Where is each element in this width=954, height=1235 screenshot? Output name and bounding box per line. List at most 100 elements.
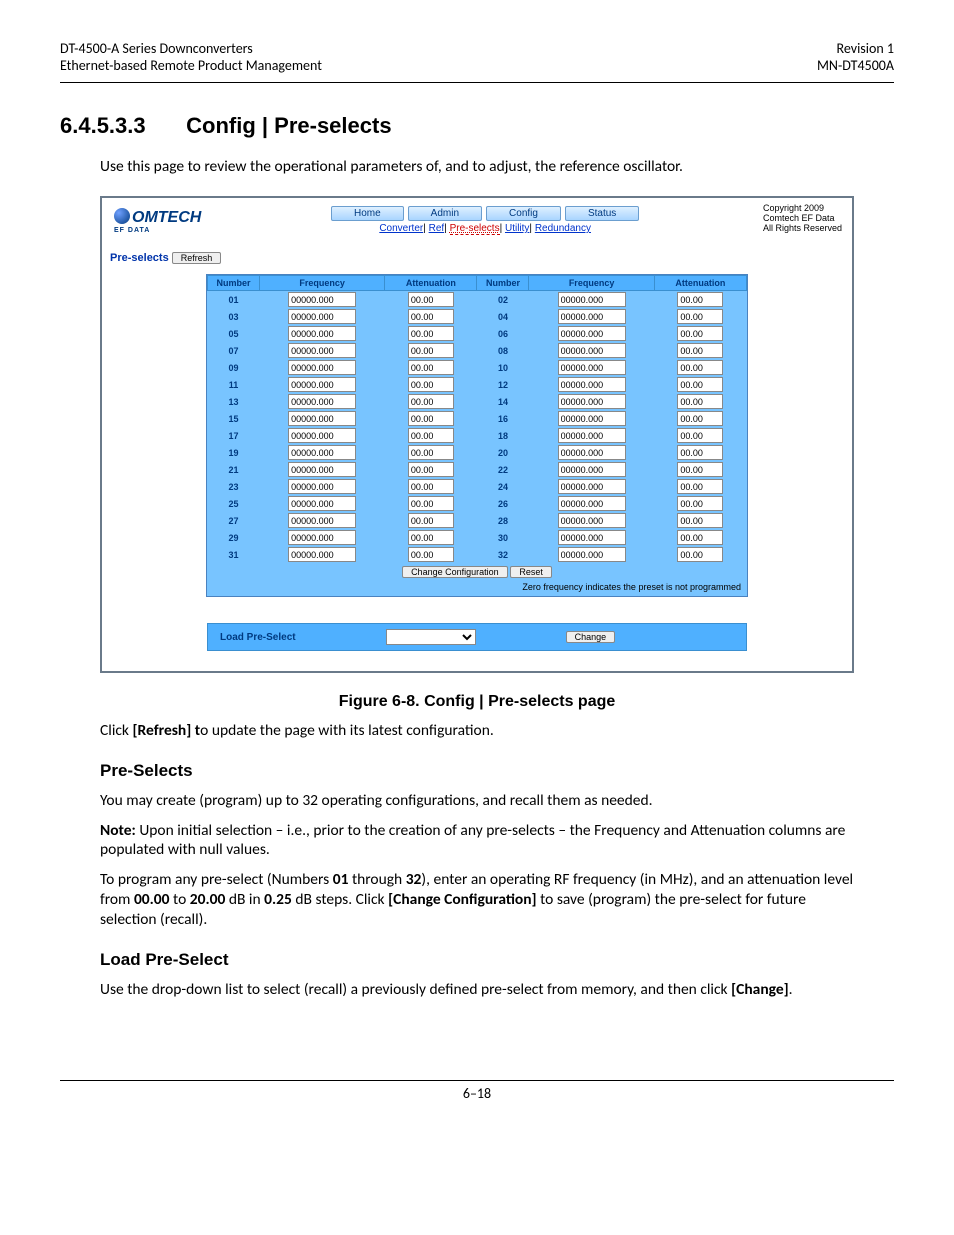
frequency-input[interactable] <box>288 513 356 528</box>
attenuation-input[interactable] <box>677 513 723 528</box>
frequency-input[interactable] <box>288 326 356 341</box>
attenuation-input[interactable] <box>677 445 723 460</box>
frequency-input[interactable] <box>558 547 626 562</box>
frequency-input[interactable] <box>558 309 626 324</box>
attenuation-input[interactable] <box>677 428 723 443</box>
preselect-number: 12 <box>477 376 529 393</box>
table-row: 1314 <box>208 393 747 410</box>
frequency-input[interactable] <box>558 360 626 375</box>
frequency-input[interactable] <box>288 377 356 392</box>
attenuation-input[interactable] <box>408 360 454 375</box>
attenuation-input[interactable] <box>677 530 723 545</box>
logo: OMTECH EF DATA <box>108 204 207 234</box>
frequency-input[interactable] <box>558 377 626 392</box>
attenuation-input[interactable] <box>677 292 723 307</box>
tab-config[interactable]: Config <box>486 206 561 221</box>
copyright-block: Copyright 2009 Comtech EF Data All Right… <box>763 204 846 234</box>
tab-admin[interactable]: Admin <box>408 206 482 221</box>
preselect-number: 06 <box>477 325 529 342</box>
attenuation-input[interactable] <box>677 496 723 511</box>
subtab-utility[interactable]: Utility <box>505 223 529 234</box>
attenuation-input[interactable] <box>408 547 454 562</box>
attenuation-input[interactable] <box>677 309 723 324</box>
frequency-input[interactable] <box>558 496 626 511</box>
attenuation-input[interactable] <box>677 360 723 375</box>
table-row: 2728 <box>208 512 747 529</box>
preselect-number: 07 <box>208 342 260 359</box>
refresh-button[interactable]: Refresh <box>172 252 222 264</box>
attenuation-input[interactable] <box>677 462 723 477</box>
attenuation-input[interactable] <box>677 394 723 409</box>
preselects-note: Note: Upon initial selection – i.e., pri… <box>100 821 854 861</box>
attenuation-input[interactable] <box>408 343 454 358</box>
frequency-input[interactable] <box>558 428 626 443</box>
preselect-number: 29 <box>208 529 260 546</box>
frequency-input[interactable] <box>558 394 626 409</box>
frequency-input[interactable] <box>288 428 356 443</box>
frequency-input[interactable] <box>288 530 356 545</box>
attenuation-input[interactable] <box>408 394 454 409</box>
preselect-number: 30 <box>477 529 529 546</box>
preselect-number: 01 <box>208 291 260 309</box>
preselect-number: 31 <box>208 546 260 563</box>
frequency-input[interactable] <box>558 343 626 358</box>
frequency-input[interactable] <box>288 292 356 307</box>
frequency-input[interactable] <box>558 326 626 341</box>
attenuation-input[interactable] <box>677 479 723 494</box>
load-preselect-dropdown[interactable] <box>386 629 476 645</box>
attenuation-input[interactable] <box>408 445 454 460</box>
frequency-input[interactable] <box>288 394 356 409</box>
frequency-input[interactable] <box>558 513 626 528</box>
frequency-input[interactable] <box>288 411 356 426</box>
frequency-input[interactable] <box>558 530 626 545</box>
preselect-number: 13 <box>208 393 260 410</box>
attenuation-input[interactable] <box>408 530 454 545</box>
frequency-input[interactable] <box>558 292 626 307</box>
attenuation-input[interactable] <box>408 496 454 511</box>
tab-status[interactable]: Status <box>565 206 639 221</box>
attenuation-input[interactable] <box>408 513 454 528</box>
attenuation-input[interactable] <box>677 326 723 341</box>
subtab-ref[interactable]: Ref <box>429 223 445 234</box>
table-row: 0102 <box>208 291 747 309</box>
attenuation-input[interactable] <box>677 547 723 562</box>
attenuation-input[interactable] <box>408 428 454 443</box>
frequency-input[interactable] <box>558 479 626 494</box>
attenuation-input[interactable] <box>408 462 454 477</box>
table-row: 0506 <box>208 325 747 342</box>
attenuation-input[interactable] <box>408 309 454 324</box>
attenuation-input[interactable] <box>677 411 723 426</box>
frequency-input[interactable] <box>558 445 626 460</box>
frequency-input[interactable] <box>558 411 626 426</box>
frequency-input[interactable] <box>288 547 356 562</box>
frequency-input[interactable] <box>288 445 356 460</box>
header-right-line1: Revision 1 <box>837 40 894 57</box>
globe-icon <box>114 208 130 224</box>
change-configuration-button[interactable]: Change Configuration <box>402 566 508 578</box>
frequency-input[interactable] <box>288 462 356 477</box>
frequency-input[interactable] <box>288 496 356 511</box>
attenuation-input[interactable] <box>677 343 723 358</box>
preselects-para1: You may create (program) up to 32 operat… <box>100 791 854 811</box>
reset-button[interactable]: Reset <box>510 566 552 578</box>
subtab-converter[interactable]: Converter <box>379 223 423 234</box>
attenuation-input[interactable] <box>408 479 454 494</box>
subtab-redundancy[interactable]: Redundancy <box>535 223 591 234</box>
frequency-input[interactable] <box>288 479 356 494</box>
tab-home[interactable]: Home <box>331 206 404 221</box>
preselect-table-panel: Number Frequency Attenuation Number Freq… <box>206 274 748 597</box>
section-intro: Use this page to review the operational … <box>100 157 854 176</box>
attenuation-input[interactable] <box>408 292 454 307</box>
attenuation-input[interactable] <box>408 326 454 341</box>
frequency-input[interactable] <box>288 360 356 375</box>
change-button[interactable]: Change <box>566 631 616 643</box>
preselects-label: Pre-selects <box>110 252 169 264</box>
attenuation-input[interactable] <box>677 377 723 392</box>
attenuation-input[interactable] <box>408 377 454 392</box>
subtab-preselects[interactable]: Pre-selects <box>450 223 500 235</box>
frequency-input[interactable] <box>558 462 626 477</box>
header-rule <box>60 82 894 83</box>
frequency-input[interactable] <box>288 343 356 358</box>
attenuation-input[interactable] <box>408 411 454 426</box>
frequency-input[interactable] <box>288 309 356 324</box>
